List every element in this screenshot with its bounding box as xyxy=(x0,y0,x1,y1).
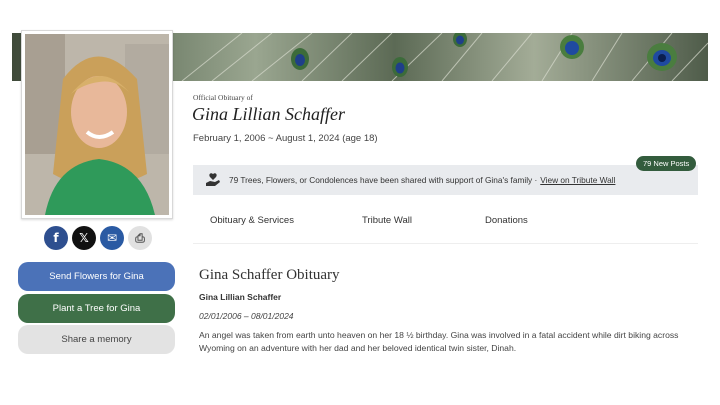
life-dates: February 1, 2006 ~ August 1, 2024 (age 1… xyxy=(193,133,378,144)
obituary-full-name: Gina Lillian Schaffer xyxy=(199,292,282,302)
obituary-body-text: An angel was taken from earth unto heave… xyxy=(199,330,679,353)
tribute-wall-link[interactable]: View on Tribute Wall xyxy=(540,175,615,185)
new-posts-badge[interactable]: 79 New Posts xyxy=(636,156,697,171)
hand-heart-icon xyxy=(206,173,220,186)
profile-photo xyxy=(25,34,169,215)
send-flowers-button[interactable]: Send Flowers for Gina xyxy=(18,262,175,291)
share-memory-button[interactable]: Share a memory xyxy=(18,325,175,354)
obituary-tabs: Obituary & Services Tribute Wall Donatio… xyxy=(193,206,698,244)
profile-photo-frame xyxy=(21,30,173,219)
obituary-heading: Gina Schaffer Obituary xyxy=(199,267,340,283)
tribute-notice: 79 Trees, Flowers, or Condolences have b… xyxy=(193,165,698,195)
email-share-icon[interactable]: ✉ xyxy=(100,226,124,250)
share-buttons: f 𝕏 ✉ ⎙ xyxy=(44,226,152,250)
tab-tribute-wall[interactable]: Tribute Wall xyxy=(362,215,412,226)
portrait-illustration xyxy=(25,34,169,215)
obituary-dates: 02/01/2006 – 08/01/2024 xyxy=(199,311,294,321)
tab-obituary-services[interactable]: Obituary & Services xyxy=(210,215,294,226)
tribute-notice-text: 79 Trees, Flowers, or Condolences have b… xyxy=(229,175,538,185)
plant-tree-button[interactable]: Plant a Tree for Gina xyxy=(18,294,175,323)
facebook-share-icon[interactable]: f xyxy=(44,226,68,250)
print-icon[interactable]: ⎙ xyxy=(128,226,152,250)
tab-donations[interactable]: Donations xyxy=(485,215,528,226)
official-obituary-label: Official Obituary of xyxy=(193,93,253,102)
deceased-name: Gina Lillian Schaffer xyxy=(192,104,345,124)
x-share-icon[interactable]: 𝕏 xyxy=(72,226,96,250)
